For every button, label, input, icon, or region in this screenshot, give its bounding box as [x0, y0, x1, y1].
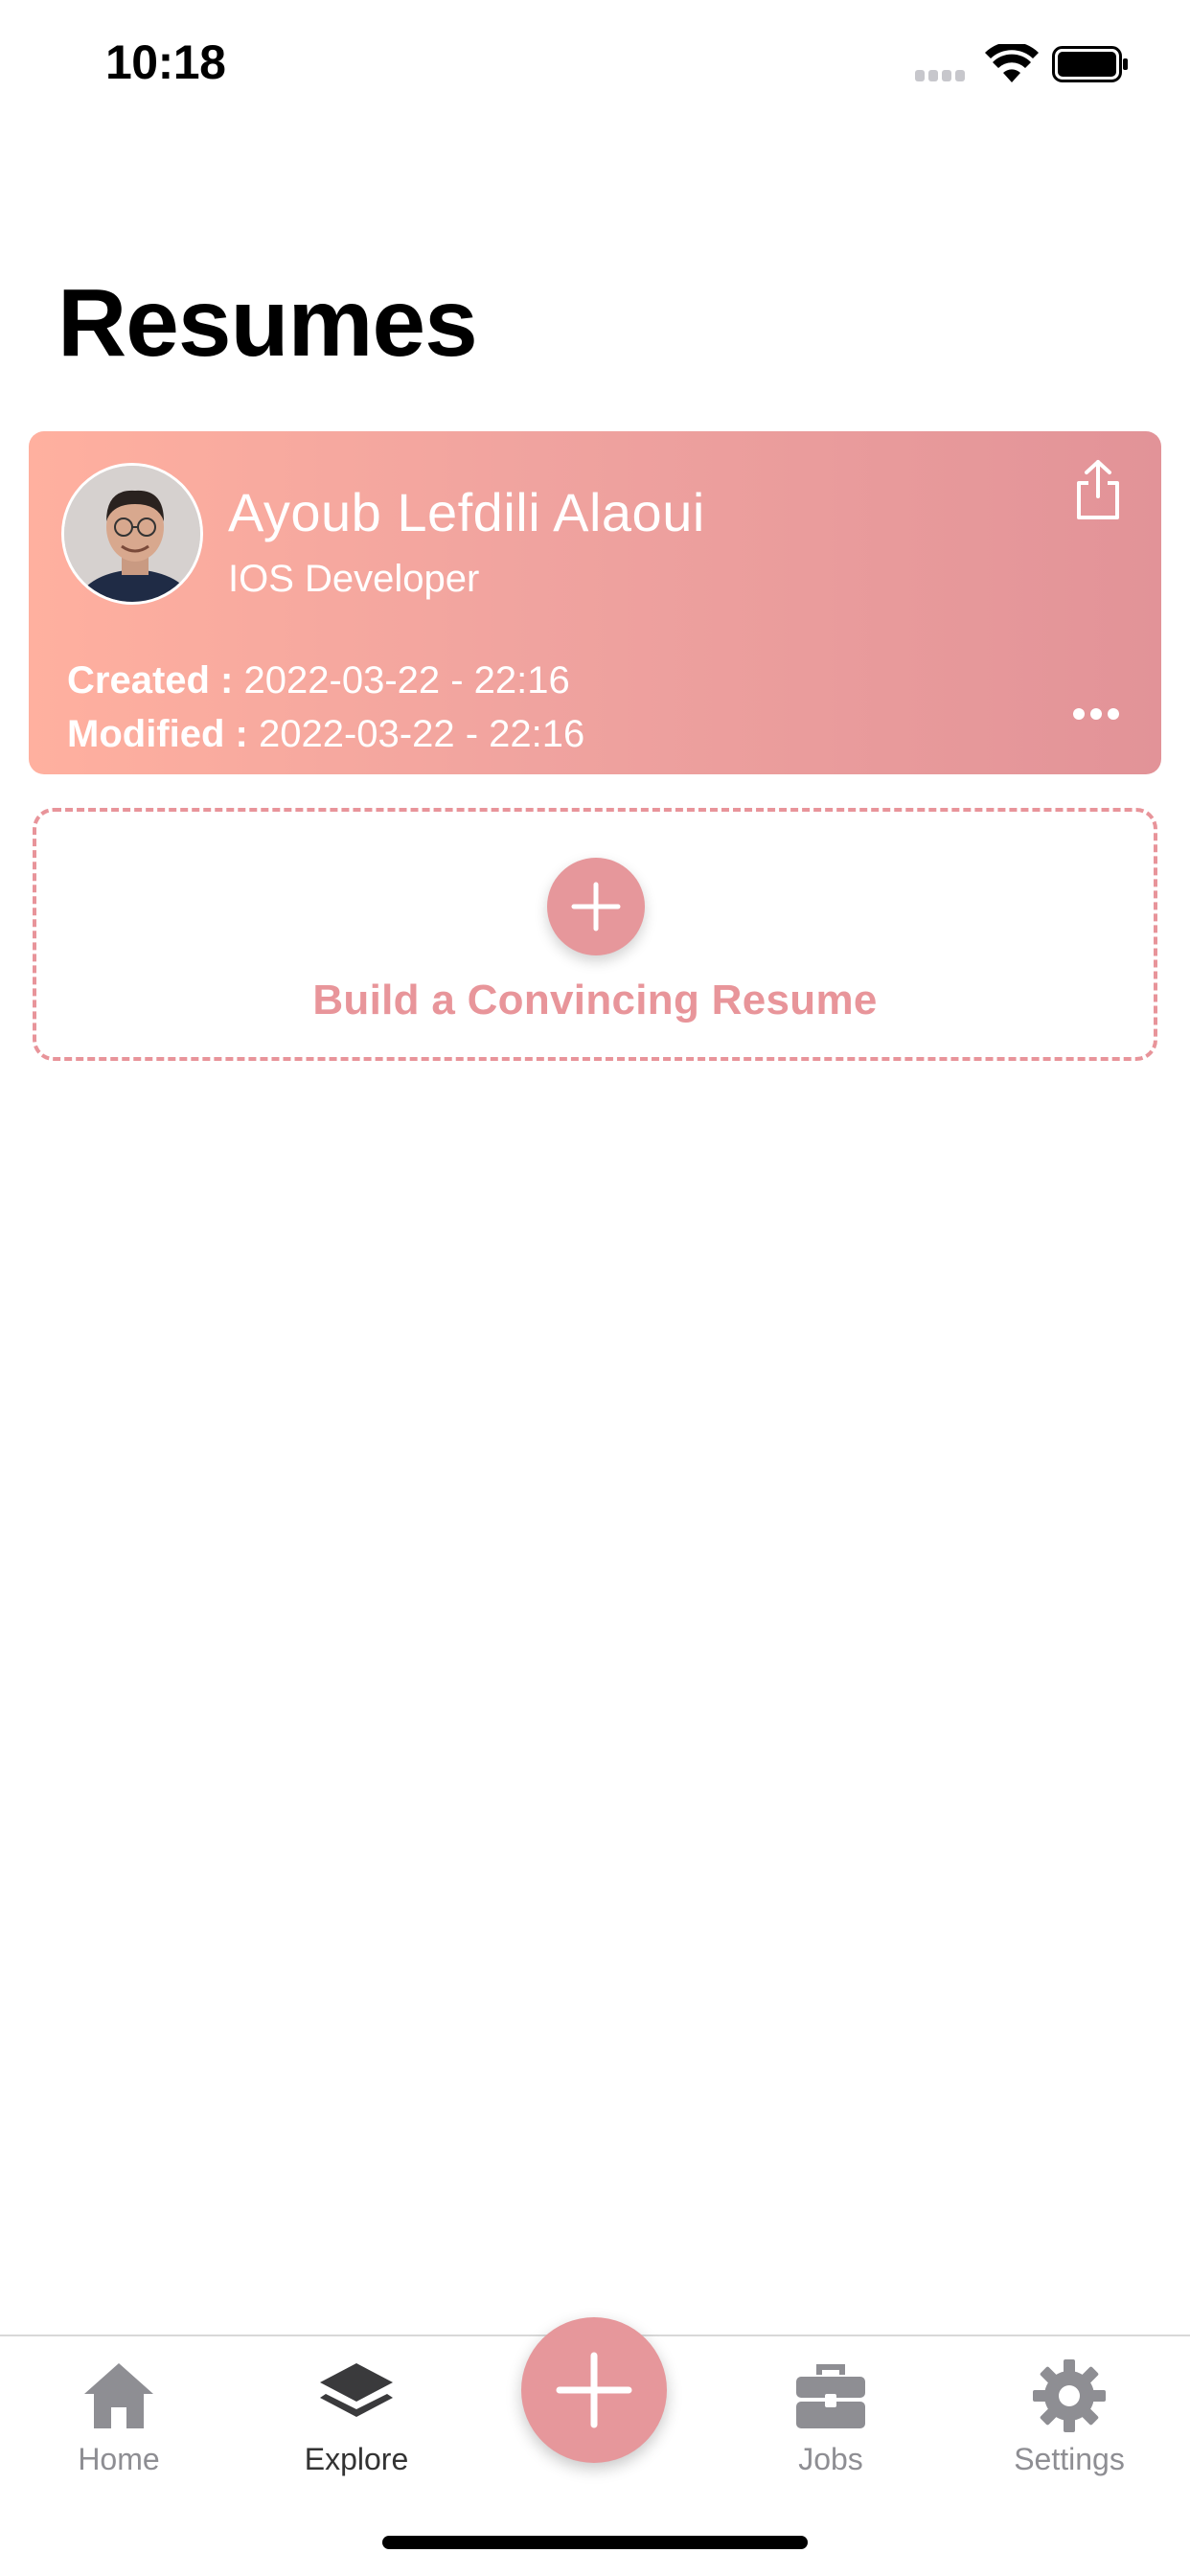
- created-label: Created :: [67, 659, 234, 702]
- cellular-signal-icon: [915, 69, 971, 81]
- plus-icon: [556, 2352, 632, 2428]
- tab-explore[interactable]: Explore: [261, 2356, 452, 2499]
- tab-label: Explore: [304, 2442, 409, 2476]
- home-indicator: [382, 2536, 808, 2549]
- avatar: [61, 463, 203, 605]
- created-row: Created : 2022-03-22 - 22:16: [67, 654, 584, 707]
- create-button[interactable]: [521, 2317, 667, 2463]
- home-icon: [84, 2363, 153, 2428]
- avatar-portrait: [64, 466, 200, 602]
- status-time: 10:18: [105, 35, 226, 89]
- modified-row: Modified : 2022-03-22 - 22:16: [67, 707, 584, 761]
- resume-dates: Created : 2022-03-22 - 22:16 Modified : …: [67, 654, 584, 761]
- add-resume-button[interactable]: [547, 858, 645, 955]
- briefcase-icon: [796, 2364, 865, 2428]
- plus-icon: [571, 882, 621, 932]
- created-value: 2022-03-22 - 22:16: [243, 659, 570, 702]
- resume-card[interactable]: Ayoub Lefdili Alaoui IOS Developer Creat…: [29, 431, 1161, 774]
- tab-home[interactable]: Home: [23, 2356, 215, 2499]
- share-icon[interactable]: [1069, 458, 1127, 523]
- tab-label: Home: [78, 2442, 160, 2476]
- wifi-icon: [985, 44, 1039, 82]
- tab-settings[interactable]: Settings: [973, 2356, 1165, 2499]
- status-bar: 10:18: [0, 0, 1190, 126]
- modified-value: 2022-03-22 - 22:16: [258, 713, 585, 755]
- page-title: Resumes: [57, 269, 478, 377]
- resume-role: IOS Developer: [228, 558, 480, 600]
- tab-label: Settings: [1014, 2442, 1125, 2476]
- tab-label: Jobs: [798, 2442, 863, 2476]
- gear-icon: [1033, 2359, 1106, 2432]
- resume-name: Ayoub Lefdili Alaoui: [228, 482, 705, 542]
- modified-label: Modified :: [67, 713, 248, 755]
- tab-jobs[interactable]: Jobs: [735, 2356, 927, 2499]
- more-options-icon[interactable]: [1073, 707, 1134, 726]
- build-resume-card[interactable]: Build a Convincing Resume: [33, 808, 1157, 1061]
- build-resume-label: Build a Convincing Resume: [312, 977, 878, 1024]
- battery-icon: [1052, 46, 1128, 82]
- layers-icon: [320, 2363, 393, 2417]
